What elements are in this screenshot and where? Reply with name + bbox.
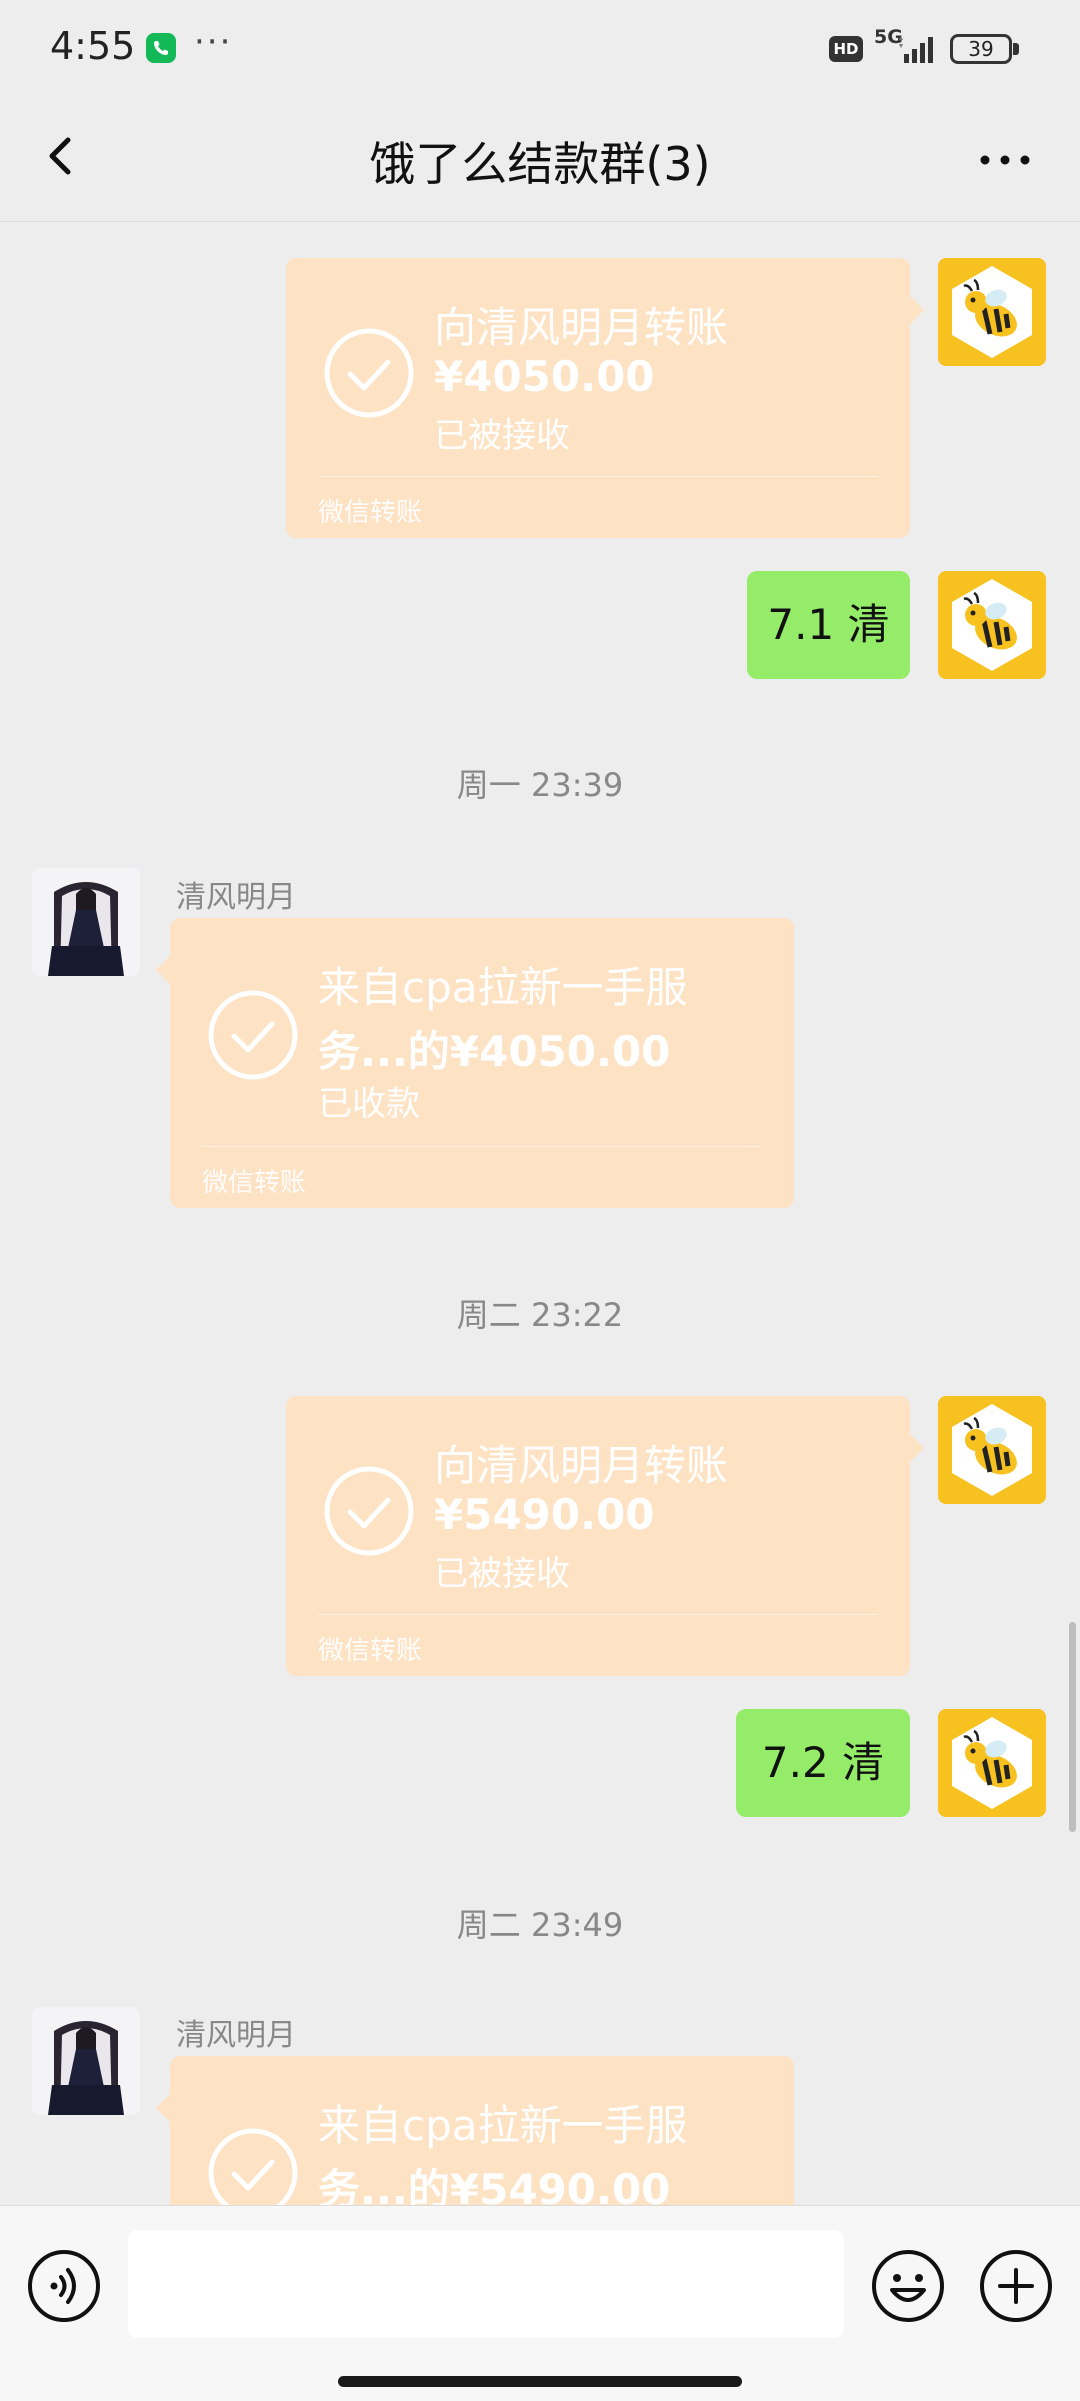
transfer-card-sent[interactable]: 向清风明月转账 ¥4050.00 已被接收 微信转账 xyxy=(286,258,924,538)
voice-input-button[interactable] xyxy=(26,2248,102,2324)
my-avatar[interactable] xyxy=(938,1396,1046,1504)
text-bubble-sent[interactable]: 7.1 清 xyxy=(747,571,910,679)
transfer-footer: 微信转账 xyxy=(318,1636,423,1666)
text-bubble-sent[interactable]: 7.2 清 xyxy=(736,1709,910,1817)
woman-portrait-avatar-icon xyxy=(32,2007,140,2115)
transfer-footer: 微信转账 xyxy=(318,498,423,528)
transfer-status: 已收款 xyxy=(318,1084,420,1124)
check-circle-icon xyxy=(206,988,300,1082)
emoji-icon xyxy=(872,2250,944,2322)
transfer-status: 已被接收 xyxy=(434,1554,570,1594)
bee-avatar-icon xyxy=(938,1709,1046,1817)
battery-icon: 39 xyxy=(950,34,1020,64)
transfer-status: 已被接收 xyxy=(434,416,570,456)
transfer-card-sent[interactable]: 向清风明月转账 ¥5490.00 已被接收 微信转账 xyxy=(286,1396,924,1676)
phone-call-icon xyxy=(146,33,176,63)
bee-avatar-icon xyxy=(938,571,1046,679)
sender-avatar[interactable] xyxy=(32,2007,140,2115)
more-functions-button[interactable] xyxy=(978,2248,1054,2324)
transfer-card-received[interactable]: 来自cpa拉新一手服 务...的¥4050.00 已收款 微信转账 xyxy=(156,918,794,1208)
emoji-button[interactable] xyxy=(870,2248,946,2324)
chat-scrollbar[interactable] xyxy=(1069,1622,1076,1832)
woman-portrait-avatar-icon xyxy=(32,868,140,976)
transfer-amount: ¥4050.00 xyxy=(434,352,655,401)
transfer-title: 向清风明月转账 xyxy=(434,303,729,352)
battery-level: 39 xyxy=(950,34,1012,64)
sender-name: 清风明月 xyxy=(176,2018,296,2053)
message-timestamp: 周二 23:22 xyxy=(456,1296,624,1334)
sender-name: 清风明月 xyxy=(176,880,296,915)
message-input-bar xyxy=(0,2205,1080,2401)
message-timestamp: 周二 23:49 xyxy=(456,1906,624,1944)
transfer-title: 来自cpa拉新一手服 xyxy=(318,963,688,1012)
transfer-card-received[interactable]: 来自cpa拉新一手服 务...的¥5490.00 xyxy=(156,2056,794,2214)
transfer-amount: 务...的¥4050.00 xyxy=(318,1027,671,1076)
status-time: 4:55 xyxy=(50,24,136,68)
chat-title: 饿了么结款群(3) xyxy=(369,137,711,191)
bee-avatar-icon xyxy=(938,258,1046,366)
chat-header: 饿了么结款群(3) xyxy=(0,100,1080,222)
voice-icon xyxy=(28,2250,100,2322)
signal-strength-icon xyxy=(898,34,940,64)
message-input[interactable] xyxy=(128,2230,844,2338)
transfer-title: 来自cpa拉新一手服 xyxy=(318,2101,688,2150)
my-avatar[interactable] xyxy=(938,571,1046,679)
check-circle-icon xyxy=(322,1464,416,1558)
check-circle-icon xyxy=(206,2126,300,2205)
status-bar: 4:55 ··· HD 5G 39 xyxy=(0,0,1080,100)
my-avatar[interactable] xyxy=(938,1709,1046,1817)
hd-voice-icon: HD xyxy=(829,36,863,62)
transfer-footer: 微信转账 xyxy=(202,1168,307,1198)
home-indicator[interactable] xyxy=(338,2376,742,2387)
more-options-button[interactable] xyxy=(970,130,1040,190)
message-text: 7.1 清 xyxy=(767,600,890,649)
plus-icon xyxy=(980,2250,1052,2322)
message-text: 7.2 清 xyxy=(761,1738,885,1787)
check-circle-icon xyxy=(322,326,416,420)
sender-avatar[interactable] xyxy=(32,868,140,976)
notification-dots: ··· xyxy=(194,22,233,62)
transfer-title: 向清风明月转账 xyxy=(434,1441,729,1490)
transfer-amount: ¥5490.00 xyxy=(434,1490,655,1539)
bee-avatar-icon xyxy=(938,1396,1046,1504)
my-avatar[interactable] xyxy=(938,258,1046,366)
more-icon xyxy=(980,155,1030,165)
message-timestamp: 周一 23:39 xyxy=(456,766,624,804)
